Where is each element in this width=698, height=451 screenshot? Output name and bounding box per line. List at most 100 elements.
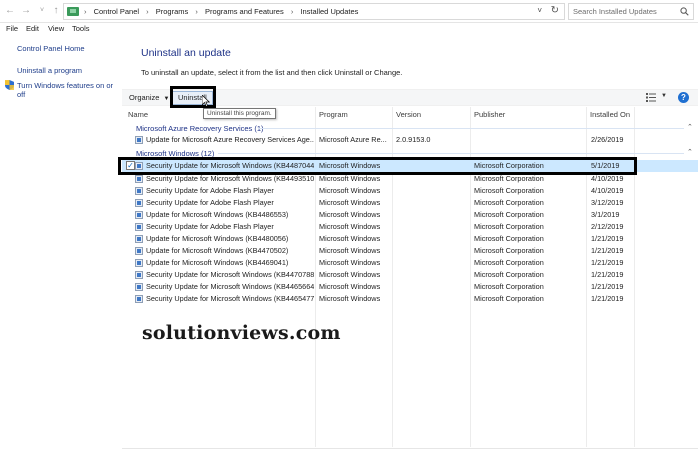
- table-row[interactable]: Security Update for Adobe Flash Player M…: [122, 221, 698, 233]
- update-icon: [135, 223, 143, 231]
- row-installed-on: 1/21/2019: [591, 282, 624, 291]
- left-pane: Control Panel Home Uninstall a program T…: [0, 36, 120, 451]
- table-row[interactable]: Update for Microsoft Windows (KB4480056)…: [122, 233, 698, 245]
- uninstall-tooltip: Uninstall this program.: [203, 108, 276, 119]
- collapse-group-icon[interactable]: ⌃: [687, 148, 693, 156]
- table-row[interactable]: Security Update for Adobe Flash Player M…: [122, 185, 698, 197]
- page-title: Uninstall an update: [141, 47, 231, 59]
- bottom-divider: [122, 448, 698, 449]
- address-dropdown-icon[interactable]: ˅: [537, 6, 542, 15]
- row-program: Microsoft Windows: [319, 222, 381, 231]
- row-publisher: Microsoft Corporation: [474, 258, 544, 267]
- address-field[interactable]: › Control Panel › Programs › Programs an…: [63, 3, 565, 20]
- row-name: Security Update for Adobe Flash Player: [146, 222, 274, 231]
- up-arrow-icon[interactable]: ↑: [50, 5, 62, 17]
- crumb-programs[interactable]: Programs: [156, 7, 189, 16]
- crumb-control-panel[interactable]: Control Panel: [94, 7, 139, 16]
- row-program: Microsoft Azure Re...: [319, 135, 387, 144]
- menu-tools[interactable]: Tools: [72, 24, 90, 33]
- table-row[interactable]: Security Update for Microsoft Windows (K…: [122, 173, 698, 185]
- recent-locations-icon[interactable]: ˅: [36, 5, 48, 17]
- row-publisher: Microsoft Corporation: [474, 174, 544, 183]
- update-icon: [135, 283, 143, 291]
- update-icon: [135, 136, 143, 144]
- update-icon: [135, 199, 143, 207]
- crumb-programs-and-features[interactable]: Programs and Features: [205, 7, 284, 16]
- control-panel-icon: [67, 7, 79, 16]
- update-icon: [135, 295, 143, 303]
- table-row[interactable]: Security Update for Microsoft Windows (K…: [122, 293, 698, 305]
- row-name: Update for Microsoft Windows (KB4480056): [146, 234, 289, 243]
- row-name: Security Update for Adobe Flash Player: [146, 186, 274, 195]
- back-arrow-icon[interactable]: ←: [4, 5, 16, 17]
- update-icon: [135, 175, 143, 183]
- watermark-text: solutionviews.com: [142, 322, 341, 344]
- update-icon: [135, 187, 143, 195]
- row-program: Microsoft Windows: [319, 234, 381, 243]
- row-publisher: Microsoft Corporation: [474, 198, 544, 207]
- row-name: Update for Microsoft Windows (KB4470502): [146, 246, 289, 255]
- group-header-azure[interactable]: Microsoft Azure Recovery Services (1): [136, 124, 264, 133]
- organize-button[interactable]: Organize ▼: [129, 93, 169, 102]
- row-program: Microsoft Windows: [319, 210, 381, 219]
- windows-features-link[interactable]: Turn Windows features on or: [17, 81, 113, 90]
- column-header-publisher[interactable]: Publisher: [474, 107, 505, 121]
- search-input[interactable]: [569, 4, 674, 19]
- column-header-version[interactable]: Version: [396, 107, 421, 121]
- table-row[interactable]: Security Update for Microsoft Windows (K…: [122, 269, 698, 281]
- row-name: Security Update for Microsoft Windows (K…: [146, 294, 314, 303]
- organize-label: Organize: [129, 93, 160, 102]
- column-header-program[interactable]: Program: [319, 107, 348, 121]
- row-program: Microsoft Windows: [319, 270, 381, 279]
- control-panel-home-link[interactable]: Control Panel Home: [17, 44, 85, 53]
- row-name: Update for Microsoft Azure Recovery Serv…: [146, 135, 314, 144]
- menu-bar: File Edit View Tools: [0, 23, 698, 36]
- row-program: Microsoft Windows: [319, 186, 381, 195]
- page-instructions: To uninstall an update, select it from t…: [141, 68, 403, 77]
- help-icon[interactable]: ?: [678, 92, 689, 103]
- view-options-dropdown-icon[interactable]: ▼: [661, 93, 667, 99]
- table-row[interactable]: Update for Microsoft Windows (KB4486553)…: [122, 209, 698, 221]
- windows-features-link-line2[interactable]: off: [17, 90, 25, 99]
- update-icon: [135, 235, 143, 243]
- row-program: Microsoft Windows: [319, 282, 381, 291]
- crumb-installed-updates[interactable]: Installed Updates: [300, 7, 358, 16]
- table-row[interactable]: Security Update for Adobe Flash Player M…: [122, 197, 698, 209]
- row-installed-on: 2/26/2019: [591, 135, 624, 144]
- forward-arrow-icon[interactable]: →: [20, 5, 32, 17]
- row-installed-on: 3/1/2019: [591, 210, 620, 219]
- uninstall-program-link[interactable]: Uninstall a program: [17, 66, 82, 75]
- row-installed-on: 1/21/2019: [591, 294, 624, 303]
- row-name: Security Update for Microsoft Windows (K…: [146, 282, 314, 291]
- row-name: Security Update for Adobe Flash Player: [146, 198, 274, 207]
- row-installed-on: 1/21/2019: [591, 234, 624, 243]
- update-icon: [135, 271, 143, 279]
- row-installed-on: 4/10/2019: [591, 186, 624, 195]
- table-row[interactable]: Update for Microsoft Windows (KB4470502)…: [122, 245, 698, 257]
- menu-file[interactable]: File: [6, 24, 18, 33]
- row-publisher: Microsoft Corporation: [474, 234, 544, 243]
- table-row[interactable]: Update for Microsoft Azure Recovery Serv…: [122, 134, 698, 146]
- row-program: Microsoft Windows: [319, 246, 381, 255]
- row-program: Microsoft Windows: [319, 174, 381, 183]
- menu-edit[interactable]: Edit: [26, 24, 39, 33]
- row-installed-on: 2/12/2019: [591, 222, 624, 231]
- breadcrumb: › Control Panel › Programs › Programs an…: [84, 7, 359, 16]
- row-name: Security Update for Microsoft Windows (K…: [146, 174, 314, 183]
- address-bar: ← → ˅ ↑ › Control Panel › Programs › Pro…: [0, 0, 698, 23]
- table-row[interactable]: Update for Microsoft Windows (KB4469041)…: [122, 257, 698, 269]
- collapse-group-icon[interactable]: ⌃: [687, 123, 693, 131]
- refresh-icon[interactable]: ↻: [551, 5, 559, 16]
- row-version: 2.0.9153.0: [396, 135, 431, 144]
- search-box[interactable]: [568, 3, 694, 20]
- table-row[interactable]: Security Update for Microsoft Windows (K…: [122, 281, 698, 293]
- column-header-name[interactable]: Name: [128, 107, 148, 121]
- column-header-installed-on[interactable]: Installed On: [590, 107, 630, 121]
- search-icon[interactable]: [680, 7, 689, 16]
- row-publisher: Microsoft Corporation: [474, 282, 544, 291]
- group-divider: [258, 128, 684, 129]
- row-program: Microsoft Windows: [319, 258, 381, 267]
- change-view-icon[interactable]: [646, 93, 656, 102]
- menu-view[interactable]: View: [48, 24, 64, 33]
- row-installed-on: 1/21/2019: [591, 270, 624, 279]
